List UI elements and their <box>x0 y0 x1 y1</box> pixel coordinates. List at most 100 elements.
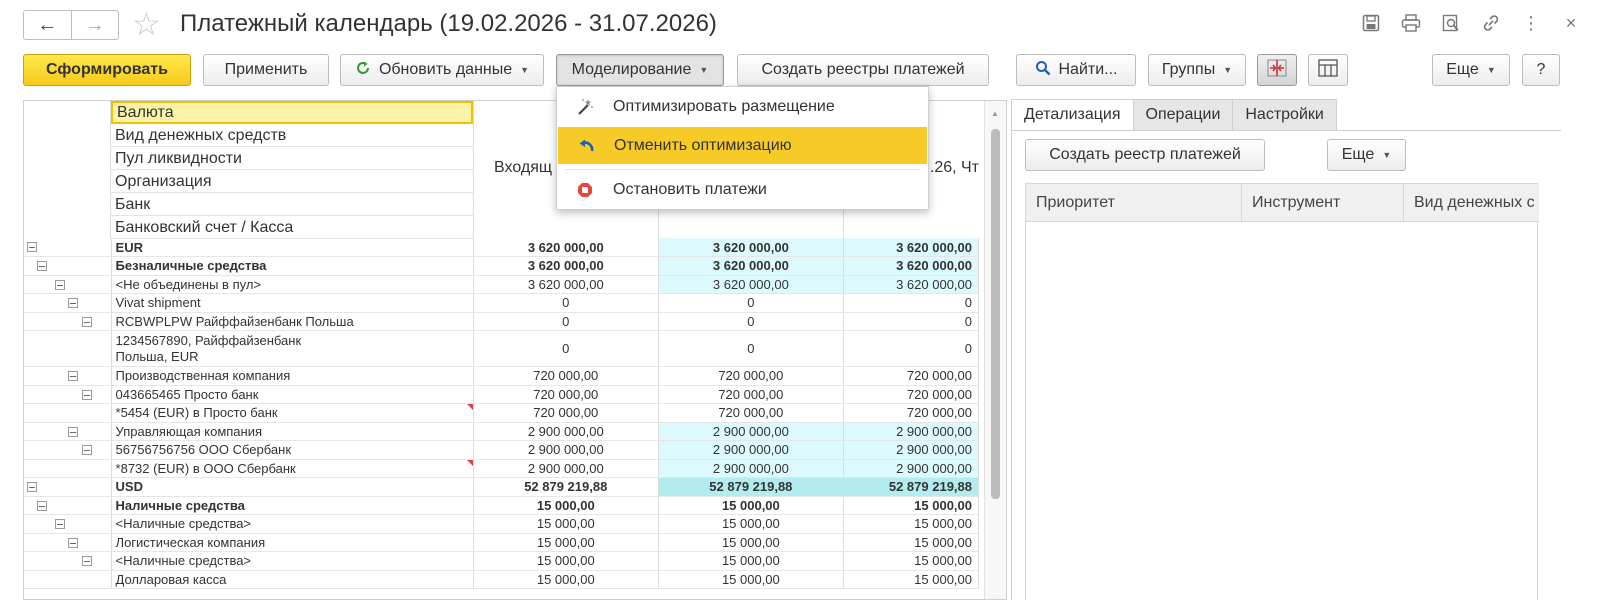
table-row[interactable]: Логистическая компания 15 000,00 15 000,00… <box>24 533 980 552</box>
report-scrollbar[interactable]: ▲ <box>984 101 1006 599</box>
value-cell[interactable]: 15 000,00 <box>473 496 659 515</box>
help-button[interactable]: ? <box>1522 54 1560 86</box>
collapse-toggle-icon[interactable] <box>27 242 37 252</box>
collapse-toggle-icon[interactable] <box>68 298 78 308</box>
collapse-toggle-icon[interactable] <box>82 445 92 455</box>
collapse-toggle-icon[interactable] <box>37 261 47 271</box>
table-row[interactable]: RCBWPLPW Райффайзенбанк Польша 0 0 0 <box>24 312 980 331</box>
value-cell[interactable]: 720 000,00 <box>473 366 659 386</box>
value-cell[interactable]: 720 000,00 <box>843 366 980 386</box>
generate-button[interactable]: Сформировать <box>23 54 191 86</box>
modeling-button[interactable]: Моделирование ▼ <box>556 54 724 86</box>
value-cell[interactable]: 3 620 000,00 <box>473 256 659 276</box>
value-cell[interactable]: 15 000,00 <box>658 551 844 571</box>
value-cell[interactable]: 15 000,00 <box>473 570 659 589</box>
forward-icon[interactable]: → <box>70 11 119 39</box>
value-cell[interactable]: 3 620 000,00 <box>843 256 980 276</box>
save-icon[interactable] <box>1360 12 1382 34</box>
value-cell[interactable]: 15 000,00 <box>658 496 844 515</box>
table-row[interactable]: *5454 (EUR) в Просто банк 720 000,00 720 0… <box>24 403 980 423</box>
find-button[interactable]: Найти... <box>1016 54 1136 86</box>
value-cell[interactable]: 2 900 000,00 <box>843 440 980 460</box>
more-vertical-icon[interactable]: ⋮ <box>1520 12 1542 34</box>
collapse-toggle-icon[interactable] <box>82 389 92 400</box>
header-field-organization[interactable]: Организация <box>111 170 473 193</box>
groups-button[interactable]: Группы ▼ <box>1148 54 1246 86</box>
value-cell[interactable]: 15 000,00 <box>473 533 659 552</box>
value-cell[interactable]: 2 900 000,00 <box>658 459 844 478</box>
value-cell[interactable]: 3 620 000,00 <box>658 238 844 257</box>
create-registers-button[interactable]: Создать реестры платежей <box>737 54 989 86</box>
table-row[interactable]: 1234567890, Райффайзенбанк Польша, EUR 0 0 0 <box>24 330 980 367</box>
table-row[interactable]: 56756756756 ООО Сбербанк 2 900 000,00 2 90… <box>24 440 980 460</box>
table-row[interactable]: <Наличные средства> 15 000,00 15 000,00 15 … <box>24 514 980 534</box>
more-button[interactable]: Еще ▼ <box>1432 54 1510 86</box>
collapse-toggle-icon[interactable] <box>27 482 37 492</box>
table-row[interactable]: USD 52 879 219,88 52 879 219,88 52 879 219,… <box>24 477 980 497</box>
value-cell[interactable]: 3 620 000,00 <box>658 275 844 294</box>
collapse-toggle-icon[interactable] <box>55 519 65 529</box>
value-cell[interactable]: 2 900 000,00 <box>473 459 659 478</box>
table-row[interactable]: Безналичные средства 3 620 000,00 3 620 00… <box>24 256 980 276</box>
collapse-toggle-icon[interactable] <box>68 426 78 437</box>
value-cell[interactable]: 2 900 000,00 <box>843 422 980 441</box>
value-cell[interactable]: 720 000,00 <box>843 385 980 404</box>
table-row[interactable]: EUR 3 620 000,00 3 620 000,00 3 620 000,00 <box>24 238 980 257</box>
value-cell[interactable]: 2 900 000,00 <box>473 440 659 460</box>
value-cell[interactable]: 720 000,00 <box>658 385 844 404</box>
collapse-columns-button[interactable] <box>1257 54 1297 86</box>
header-field-cash-type[interactable]: Вид денежных средств <box>111 124 473 147</box>
tab-operations[interactable]: Операции <box>1133 99 1234 131</box>
value-cell[interactable]: 3 620 000,00 <box>658 256 844 276</box>
apply-button[interactable]: Применить <box>203 54 329 86</box>
value-cell[interactable]: 2 900 000,00 <box>843 459 980 478</box>
value-cell[interactable]: 52 879 219,88 <box>473 477 659 497</box>
close-icon[interactable]: × <box>1560 12 1582 34</box>
header-field-bank[interactable]: Банк <box>111 193 473 216</box>
value-cell[interactable]: 15 000,00 <box>658 533 844 552</box>
table-row[interactable]: <Наличные средства> 15 000,00 15 000,00 15 … <box>24 551 980 571</box>
table-row[interactable]: Наличные средства 15 000,00 15 000,00 15 00… <box>24 496 980 515</box>
collapse-toggle-icon[interactable] <box>55 279 65 290</box>
header-field-liquidity-pool[interactable]: Пул ликвидности <box>111 147 473 170</box>
value-cell[interactable]: 3 620 000,00 <box>843 275 980 294</box>
value-cell[interactable]: 3 620 000,00 <box>473 238 659 257</box>
value-cell[interactable]: 720 000,00 <box>658 366 844 386</box>
scrollbar-thumb[interactable] <box>991 129 1000 499</box>
value-cell[interactable]: 15 000,00 <box>473 551 659 571</box>
value-cell[interactable]: 15 000,00 <box>843 514 980 534</box>
menu-item-stop-payments[interactable]: Остановить платежи <box>557 171 928 208</box>
value-cell[interactable]: 15 000,00 <box>843 551 980 571</box>
value-cell[interactable]: 2 900 000,00 <box>658 440 844 460</box>
value-cell[interactable]: 720 000,00 <box>473 403 659 423</box>
value-cell[interactable]: 52 879 219,88 <box>843 477 980 497</box>
table-row[interactable]: Долларовая касса 15 000,00 15 000,00 15 000… <box>24 570 980 589</box>
value-cell[interactable]: 720 000,00 <box>473 385 659 404</box>
value-cell[interactable]: 720 000,00 <box>843 403 980 423</box>
value-cell[interactable]: 720 000,00 <box>658 403 844 423</box>
details-more-button[interactable]: Еще ▼ <box>1327 139 1406 171</box>
collapse-toggle-icon[interactable] <box>68 537 78 548</box>
table-row[interactable]: Vivat shipment 0 0 0 <box>24 293 980 313</box>
table-row[interactable]: Управляющая компания 2 900 000,00 2 900 00… <box>24 422 980 441</box>
value-cell[interactable]: 52 879 219,88 <box>658 477 844 497</box>
value-cell[interactable]: 15 000,00 <box>843 533 980 552</box>
value-cell[interactable]: 0 <box>473 330 659 367</box>
create-register-button[interactable]: Создать реестр платежей <box>1025 139 1265 171</box>
scroll-up-icon[interactable]: ▲ <box>991 109 999 118</box>
tab-details[interactable]: Детализация <box>1011 99 1134 131</box>
value-cell[interactable]: 3 620 000,00 <box>473 275 659 294</box>
table-layout-button[interactable] <box>1308 54 1348 86</box>
value-cell[interactable]: 3 620 000,00 <box>843 238 980 257</box>
collapse-toggle-icon[interactable] <box>82 316 92 327</box>
collapse-toggle-icon[interactable] <box>82 556 92 566</box>
value-cell[interactable]: 0 <box>843 293 980 313</box>
value-cell[interactable]: 15 000,00 <box>473 514 659 534</box>
preview-icon[interactable] <box>1440 12 1462 34</box>
menu-item-cancel-optimization[interactable]: Отменить оптимизацию <box>558 127 927 164</box>
value-cell[interactable]: 0 <box>843 312 980 331</box>
column-header-priority[interactable]: Приоритет <box>1026 184 1242 222</box>
value-cell[interactable]: 0 <box>658 293 844 313</box>
collapse-toggle-icon[interactable] <box>37 500 47 511</box>
value-cell[interactable]: 2 900 000,00 <box>658 422 844 441</box>
